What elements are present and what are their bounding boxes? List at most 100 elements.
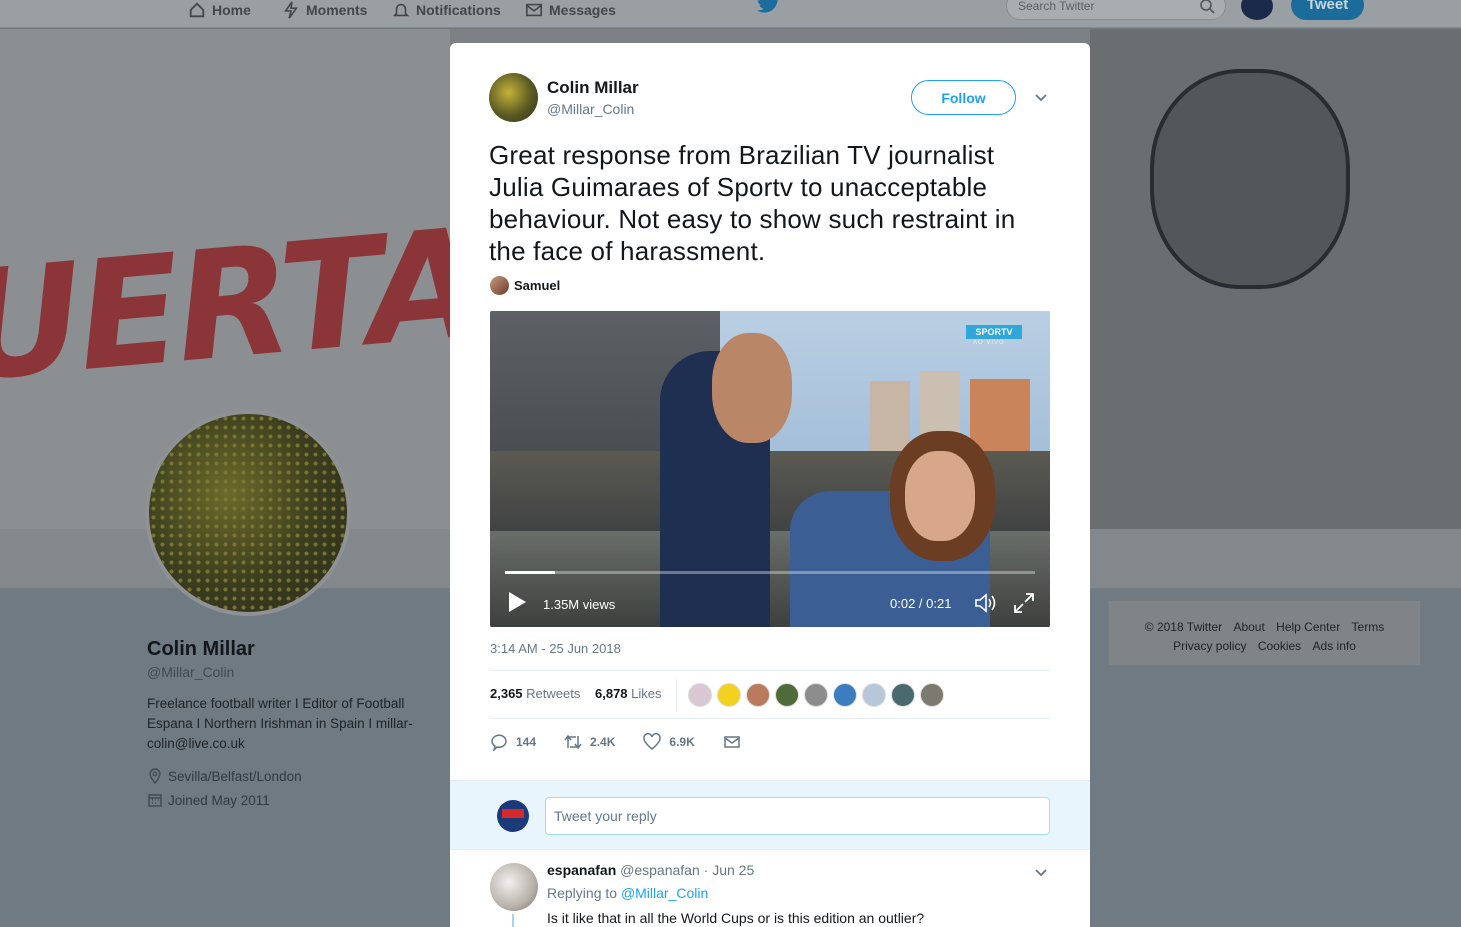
profile-bio: Freelance football writer I Editor of Fo… bbox=[147, 696, 413, 751]
footer-links: © 2018 Twitter About Help Center Terms P… bbox=[1108, 600, 1421, 666]
reply-count: 144 bbox=[516, 735, 537, 749]
nav-moments[interactable]: Moments bbox=[282, 0, 367, 20]
reply-author-name[interactable]: espanafan bbox=[547, 862, 616, 878]
nav-notifications-label: Notifications bbox=[416, 2, 501, 18]
likes-label: Likes bbox=[631, 686, 662, 701]
reply-input[interactable] bbox=[545, 797, 1050, 835]
reply-author-handle: @espanafan bbox=[620, 862, 700, 878]
retweet-count: 2.4K bbox=[590, 735, 616, 749]
footer-copyright: © 2018 Twitter bbox=[1144, 620, 1223, 634]
reply-author[interactable]: espanafan @espanafan · Jun 25 bbox=[547, 862, 754, 878]
tweet-text: Great response from Brazilian TV journal… bbox=[489, 140, 1016, 266]
tweet-actions: 144 2.4K 6.9K bbox=[490, 733, 769, 751]
retweets-count: 2,365 bbox=[490, 686, 523, 701]
replying-to-prefix: Replying to bbox=[547, 885, 618, 901]
envelope-icon bbox=[525, 3, 543, 17]
search-input[interactable] bbox=[1018, 0, 1188, 13]
banner-portrait bbox=[1150, 69, 1350, 289]
video-progress-bar[interactable] bbox=[505, 571, 1035, 574]
nav-messages[interactable]: Messages bbox=[525, 0, 616, 20]
liker-avatar[interactable] bbox=[717, 683, 741, 707]
liker-avatar[interactable] bbox=[833, 683, 857, 707]
liker-avatar[interactable] bbox=[688, 683, 712, 707]
profile-name[interactable]: Colin Millar bbox=[147, 638, 437, 661]
home-icon bbox=[189, 2, 205, 18]
chevron-down-icon[interactable] bbox=[1033, 90, 1049, 106]
reply-tweet[interactable]: espanafan @espanafan · Jun 25 Replying t… bbox=[450, 851, 1090, 927]
fullscreen-icon[interactable] bbox=[1013, 592, 1035, 614]
bell-icon bbox=[392, 3, 410, 17]
liker-avatar[interactable] bbox=[804, 683, 828, 707]
search-icon[interactable] bbox=[1199, 0, 1215, 14]
nav-moments-label: Moments bbox=[306, 2, 368, 18]
direct-message-action[interactable] bbox=[723, 733, 741, 751]
liker-avatar[interactable] bbox=[920, 683, 944, 707]
replying-to: Replying to @Millar_Colin bbox=[547, 885, 708, 901]
profile-joined: Joined May 2011 bbox=[147, 792, 437, 808]
reply-composer bbox=[450, 780, 1090, 850]
profile-location-text: Sevilla/Belfast/London bbox=[168, 768, 302, 784]
footer-help-center[interactable]: Help Center bbox=[1276, 620, 1340, 634]
search-box[interactable] bbox=[1006, 0, 1226, 20]
liker-avatars bbox=[688, 683, 944, 707]
tagged-user-avatar bbox=[490, 276, 509, 295]
video-time: 0:02 / 0:21 bbox=[890, 596, 952, 611]
like-count: 6.9K bbox=[669, 735, 695, 749]
video-player[interactable]: SPORTV AO VIVO 1.35M views 0:02 / 0:21 bbox=[490, 311, 1050, 627]
reply-text: Is it like that in all the World Cups or… bbox=[547, 910, 925, 926]
liker-avatar[interactable] bbox=[746, 683, 770, 707]
footer-about[interactable]: About bbox=[1233, 620, 1264, 634]
likes-count: 6,878 bbox=[595, 686, 628, 701]
channel-sub: AO VIVO bbox=[973, 340, 1005, 346]
current-user-avatar[interactable] bbox=[497, 800, 529, 832]
footer-ads-info[interactable]: Ads info bbox=[1313, 639, 1356, 653]
liker-avatar[interactable] bbox=[775, 683, 799, 707]
heart-icon bbox=[643, 733, 662, 750]
profile-joined-text: Joined May 2011 bbox=[168, 792, 270, 808]
footer-terms[interactable]: Terms bbox=[1352, 620, 1385, 634]
tweet-timestamp[interactable]: 3:14 AM - 25 Jun 2018 bbox=[490, 641, 621, 656]
footer-privacy[interactable]: Privacy policy bbox=[1173, 639, 1246, 653]
tweet-modal: Colin Millar @Millar_Colin Follow Great … bbox=[450, 43, 1090, 927]
tweet-stats: 2,365 Retweets 6,878 Likes bbox=[490, 670, 1050, 719]
tagged-user[interactable]: Samuel bbox=[490, 276, 560, 295]
nav-notifications[interactable]: Notifications bbox=[392, 0, 501, 20]
author-avatar[interactable] bbox=[489, 73, 538, 122]
retweets-stat[interactable]: 2,365 Retweets bbox=[490, 686, 580, 701]
reply-action[interactable]: 144 bbox=[490, 733, 536, 751]
profile-handle[interactable]: @Millar_Colin bbox=[147, 664, 437, 680]
retweet-action[interactable]: 2.4K bbox=[564, 733, 615, 751]
calendar-icon bbox=[148, 794, 162, 807]
chevron-down-icon[interactable] bbox=[1033, 865, 1049, 881]
likes-stat[interactable]: 6,878 Likes bbox=[595, 686, 662, 701]
follow-button[interactable]: Follow bbox=[911, 80, 1016, 115]
author-handle[interactable]: @Millar_Colin bbox=[547, 101, 639, 117]
reply-author-avatar[interactable] bbox=[490, 863, 538, 911]
reply-date[interactable]: · Jun 25 bbox=[704, 862, 755, 878]
play-icon[interactable] bbox=[507, 591, 527, 613]
twitter-bird-icon[interactable] bbox=[757, 0, 781, 14]
retweet-icon bbox=[564, 734, 582, 750]
like-action[interactable]: 6.9K bbox=[643, 733, 695, 751]
video-views: 1.35M views bbox=[543, 597, 616, 612]
thread-line bbox=[512, 914, 514, 927]
profile-card: Colin Millar @Millar_Colin Freelance foo… bbox=[147, 638, 437, 808]
video-progress-fill bbox=[505, 571, 556, 574]
compose-tweet-button[interactable]: Tweet bbox=[1291, 0, 1364, 20]
envelope-icon bbox=[724, 736, 740, 748]
nav-home-label: Home bbox=[212, 2, 251, 18]
account-avatar[interactable] bbox=[1241, 0, 1273, 20]
footer-cookies[interactable]: Cookies bbox=[1258, 639, 1301, 653]
author-name[interactable]: Colin Millar bbox=[547, 78, 639, 98]
tweet-author[interactable]: Colin Millar @Millar_Colin bbox=[489, 73, 639, 122]
tagged-user-name: Samuel bbox=[514, 278, 561, 293]
lightning-icon bbox=[284, 1, 298, 19]
profile-avatar[interactable] bbox=[145, 410, 351, 616]
nav-home[interactable]: Home bbox=[188, 0, 251, 20]
reply-icon bbox=[491, 734, 507, 751]
liker-avatar[interactable] bbox=[891, 683, 915, 707]
volume-icon[interactable] bbox=[974, 592, 998, 614]
replying-to-link[interactable]: @Millar_Colin bbox=[621, 885, 708, 901]
liker-avatar[interactable] bbox=[862, 683, 886, 707]
retweets-label: Retweets bbox=[526, 686, 581, 701]
